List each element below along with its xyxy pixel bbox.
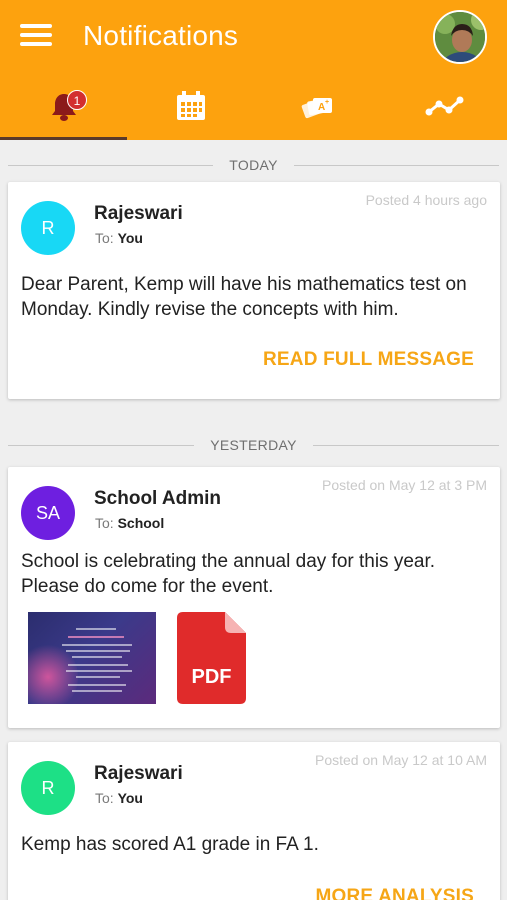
attachment-pdf-icon[interactable]: PDF — [177, 612, 246, 704]
menu-icon[interactable] — [20, 24, 52, 50]
message-body: Kemp has scored A1 grade in FA 1. — [21, 834, 319, 855]
profile-avatar[interactable] — [433, 10, 487, 64]
trend-line-icon — [425, 96, 463, 116]
app-bar: Notifications 1 A + — [0, 0, 507, 140]
section-label: YESTERDAY — [194, 437, 313, 453]
attachment-image-thumbnail[interactable] — [28, 612, 156, 704]
page-title: Notifications — [83, 20, 239, 51]
sender-avatar: SA — [21, 486, 75, 540]
message-body: Dear Parent, Kemp will have his mathemat… — [21, 274, 467, 320]
sender-avatar: R — [21, 201, 75, 255]
recipient: To: School — [95, 515, 165, 531]
section-divider-yesterday: YESTERDAY — [8, 435, 499, 455]
tab-notifications[interactable]: 1 — [0, 82, 127, 140]
sender-avatar: R — [21, 761, 75, 815]
sender-name: Rajeswari — [94, 203, 183, 224]
message-card[interactable]: R Rajeswari To: You Posted on May 12 at … — [8, 742, 500, 900]
tab-bar: 1 A + — [0, 82, 507, 140]
svg-text:+: + — [325, 99, 329, 106]
message-body: School is celebrating the annual day for… — [21, 551, 436, 597]
tab-analysis[interactable] — [381, 82, 507, 140]
posted-time: Posted on May 12 at 10 AM — [315, 752, 487, 768]
grade-cards-icon: A + — [301, 98, 332, 119]
more-analysis-button[interactable]: MORE ANALYSIS — [316, 886, 475, 900]
tab-calendar[interactable] — [127, 82, 254, 140]
notification-badge: 1 — [67, 90, 87, 110]
message-card[interactable]: R Rajeswari To: You Posted 4 hours ago D… — [8, 182, 500, 399]
message-card[interactable]: SA School Admin To: School Posted on May… — [8, 467, 500, 728]
posted-time: Posted on May 12 at 3 PM — [322, 477, 487, 493]
calendar-icon — [176, 91, 205, 120]
posted-time: Posted 4 hours ago — [365, 192, 487, 208]
sender-name: School Admin — [94, 488, 222, 509]
recipient: To: You — [95, 230, 143, 246]
tab-grades[interactable]: A + — [254, 82, 381, 140]
sender-name: Rajeswari — [94, 763, 183, 784]
section-label: TODAY — [213, 157, 294, 173]
read-full-message-button[interactable]: READ FULL MESSAGE — [263, 349, 474, 371]
recipient: To: You — [95, 790, 143, 806]
pdf-label: PDF — [192, 666, 232, 688]
section-divider-today: TODAY — [8, 155, 499, 175]
